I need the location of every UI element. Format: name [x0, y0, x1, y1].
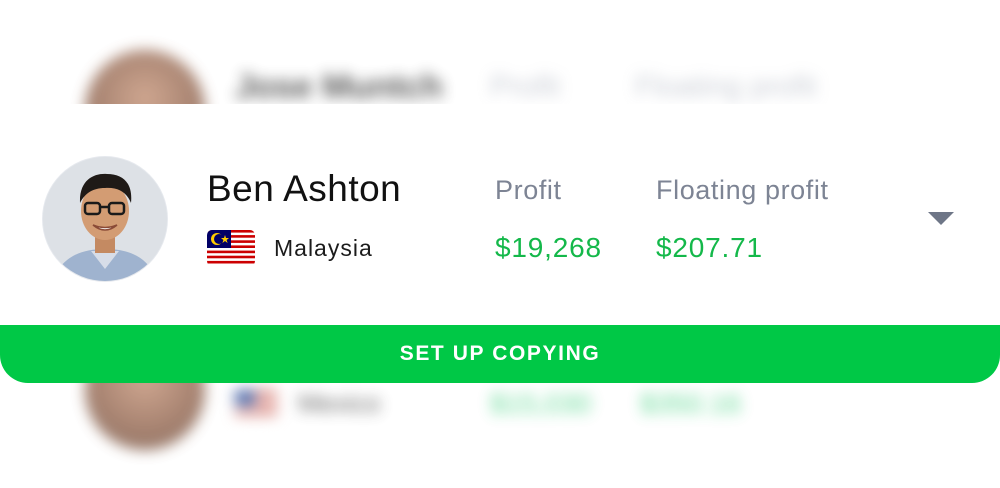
set-up-copying-label: SET UP COPYING	[399, 342, 601, 365]
profit-label: Profit	[495, 175, 562, 205]
trader-list-screen: Jose Muntch Profit Floating profit Mexic…	[0, 0, 1000, 488]
blurred-floating-value: $350.16	[640, 388, 742, 419]
trader-country: Malaysia	[274, 235, 373, 261]
trader-avatar	[43, 157, 167, 281]
malaysia-flag-icon	[207, 230, 255, 266]
blurred-floating-label: Floating profit	[635, 70, 817, 103]
chevron-down-icon[interactable]	[928, 212, 954, 225]
blurred-country: Mexico	[298, 388, 381, 418]
blurred-trader-name: Jose Muntch	[235, 68, 443, 106]
blurred-profit-label: Profit	[490, 70, 561, 103]
blurred-flag-icon	[235, 390, 277, 420]
trader-card[interactable]: Ben Ashton Malaysia Profit $19,268 Float…	[0, 104, 1000, 326]
set-up-copying-button[interactable]: SET UP COPYING	[0, 325, 1000, 383]
trader-name: Ben Ashton	[207, 168, 402, 209]
floating-profit-value: $207.71	[656, 232, 763, 263]
blurred-profit-value: $15,030	[490, 388, 592, 419]
floating-profit-label: Floating profit	[656, 175, 829, 205]
profit-value: $19,268	[495, 232, 602, 263]
